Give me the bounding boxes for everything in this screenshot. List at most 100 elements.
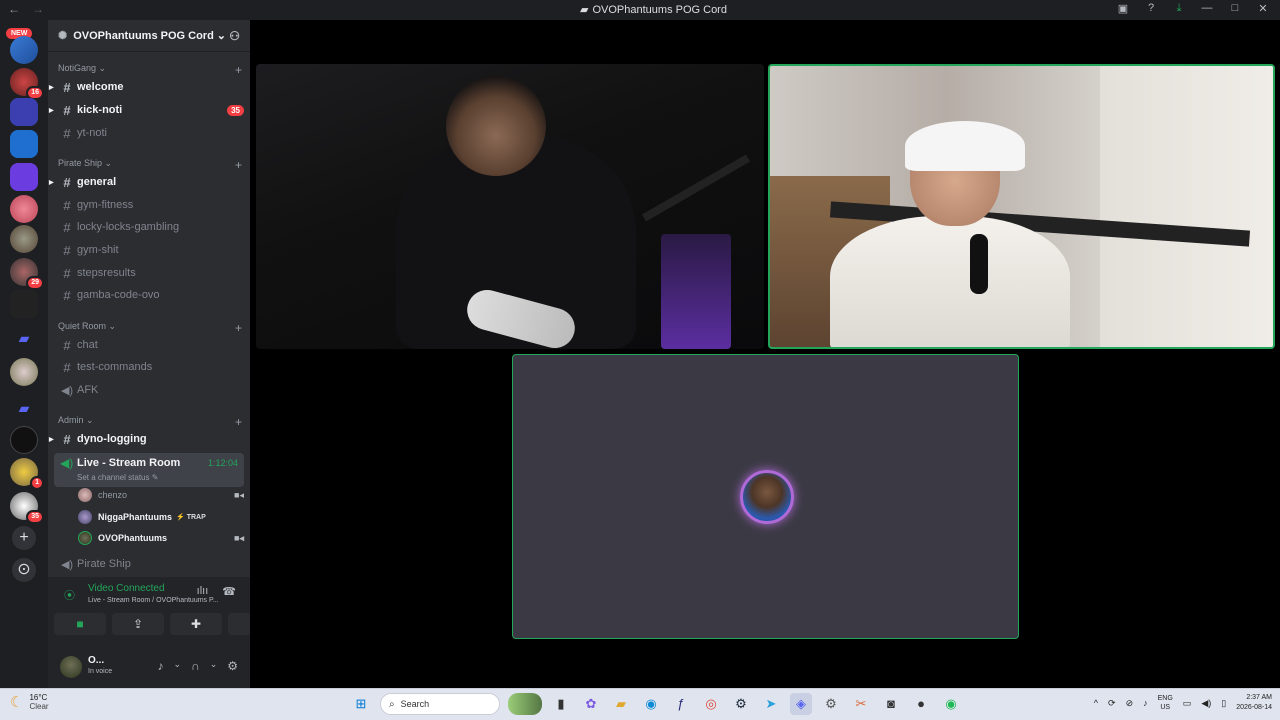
widgets-icon[interactable]	[508, 693, 542, 715]
channel-gamba-code-ovo[interactable]: # gamba-code-ovo	[58, 285, 244, 305]
folder-icon[interactable]: ▰	[14, 330, 34, 346]
app-icon[interactable]: ƒ	[670, 693, 692, 715]
server-header[interactable]: ✺ OVOPhantuums POG Cord ⌄ ⚇	[48, 20, 250, 52]
discover-icon[interactable]: ⊙	[12, 558, 36, 582]
screen-share-button[interactable]: ⇪	[112, 613, 164, 635]
spotify-icon[interactable]: ◉	[940, 693, 962, 715]
server-icon[interactable]: 35	[10, 492, 44, 524]
voice-location[interactable]: Live - Stream Room / OVOPhantuums P...	[88, 597, 219, 604]
channel-gym-fitness[interactable]: # gym-fitness	[58, 195, 244, 215]
channel-yt-noti[interactable]: # yt-noti	[58, 123, 244, 143]
channel-test-commands[interactable]: # test-commands	[58, 357, 244, 377]
windows-start-icon[interactable]: ⊞	[350, 693, 372, 715]
category-notigang[interactable]: NotiGang ⌄ +	[58, 63, 242, 77]
voice-user[interactable]: chenzo ■◂	[78, 485, 244, 505]
add-channel-icon[interactable]: +	[235, 321, 242, 335]
inbox-icon[interactable]: ▣	[1116, 2, 1130, 15]
gear-icon[interactable]: ⚙	[227, 659, 238, 673]
sync-icon[interactable]: ⟳	[1108, 698, 1116, 709]
channel-kick-noti[interactable]: ▶ # kick-noti 35	[49, 100, 244, 120]
telegram-icon[interactable]: ➤	[760, 693, 782, 715]
avatar[interactable]	[60, 656, 82, 678]
minimize-button[interactable]: —	[1200, 2, 1214, 15]
server-icon[interactable]	[10, 225, 38, 253]
channel-status[interactable]: Set a channel status ✎	[77, 473, 158, 482]
server-icon[interactable]	[10, 426, 38, 454]
weather-widget[interactable]: ☾ 16°C Clear	[10, 693, 49, 711]
headphones-icon[interactable]: ∩	[191, 659, 200, 673]
voice-user[interactable]: OVOPhantuums ■◂	[78, 528, 244, 548]
eye-off-icon[interactable]: ⊘	[1126, 698, 1134, 709]
server-icon[interactable]	[10, 163, 38, 191]
channel-stepsresults[interactable]: # stepsresults	[58, 263, 244, 283]
file-explorer-icon[interactable]: ▰	[610, 693, 632, 715]
microphone-icon[interactable]: ♪	[1143, 698, 1148, 708]
server-icon[interactable]	[10, 290, 38, 318]
disconnect-icon[interactable]: ☎	[222, 585, 236, 598]
channel-afk[interactable]: ◀) AFK	[58, 380, 244, 400]
activities-button[interactable]: ✚	[170, 613, 222, 635]
language-indicator[interactable]: ENG US	[1158, 694, 1173, 712]
channel-general[interactable]: ▶ # general	[49, 172, 244, 192]
settings-icon[interactable]: ⚙	[820, 693, 842, 715]
copilot-icon[interactable]: ✿	[580, 693, 602, 715]
discord-icon[interactable]: ◈	[790, 693, 812, 715]
add-channel-icon[interactable]: +	[235, 415, 242, 429]
camera-button[interactable]: ■	[54, 613, 106, 635]
close-button[interactable]: ✕	[1256, 2, 1270, 15]
video-tile-chenzo[interactable]	[256, 64, 764, 349]
channel-chat[interactable]: # chat	[58, 335, 244, 355]
voice-status[interactable]: Video Connected	[88, 583, 165, 594]
server-icon[interactable]: 29	[10, 258, 44, 290]
task-view-icon[interactable]: ▮	[550, 693, 572, 715]
back-button[interactable]: ←	[8, 2, 20, 16]
lang-bottom: US	[1160, 704, 1171, 711]
snipping-tool-icon[interactable]: ✂	[850, 693, 872, 715]
add-server-icon[interactable]: +	[12, 526, 36, 550]
obs-icon[interactable]: ◙	[880, 693, 902, 715]
category-quiet-room[interactable]: Quiet Room ⌄ +	[58, 321, 242, 335]
add-member-icon[interactable]: ⚇	[229, 29, 240, 43]
volume-icon[interactable]: ◀)	[1201, 698, 1211, 709]
server-icon[interactable]: 1	[10, 458, 44, 490]
user-name[interactable]: O...	[88, 655, 104, 666]
app-icon[interactable]: ●	[910, 693, 932, 715]
microphone-icon[interactable]: ♪	[158, 659, 164, 673]
channel-welcome[interactable]: ▶ # welcome	[49, 77, 244, 97]
server-icon[interactable]	[10, 358, 38, 386]
category-pirate-ship[interactable]: Pirate Ship ⌄ +	[58, 158, 242, 172]
help-icon[interactable]: ?	[1144, 2, 1158, 15]
voice-channel-pirate-ship[interactable]: ◀) Pirate Ship	[58, 554, 244, 574]
taskbar-search[interactable]: ⌕ Search	[380, 693, 500, 715]
edge-icon[interactable]: ◉	[640, 693, 662, 715]
server-icon[interactable]	[10, 195, 38, 223]
video-tile-ovophantuums[interactable]	[768, 64, 1275, 349]
folder-icon[interactable]: ▰	[14, 400, 34, 416]
chevron-down-icon[interactable]: ⌄	[210, 659, 218, 673]
hash-icon: #	[63, 287, 71, 303]
channel-gym-shit[interactable]: # gym-shit	[58, 240, 244, 260]
add-channel-icon[interactable]: +	[235, 63, 242, 77]
server-icon[interactable]	[10, 98, 38, 126]
steam-icon[interactable]: ⚙	[730, 693, 752, 715]
channel-dyno-logging[interactable]: ▶ # dyno-logging	[49, 429, 244, 449]
add-channel-icon[interactable]: +	[235, 158, 242, 172]
forward-button[interactable]: →	[32, 2, 44, 16]
channel-locky-locks-gambling[interactable]: # locky-locks-gambling	[58, 217, 244, 237]
clock[interactable]: 2:37 AM 2026-08-14	[1236, 693, 1272, 713]
network-icon[interactable]: ▭	[1183, 698, 1192, 709]
server-icon[interactable]	[10, 36, 38, 64]
voice-user[interactable]: NiggaPhantuums ⚡ TRAP	[78, 507, 244, 527]
server-icon[interactable]: 16	[10, 68, 44, 100]
download-icon[interactable]: ⤓	[1172, 2, 1186, 15]
battery-icon[interactable]: ▯	[1221, 698, 1226, 709]
voice-channel-live-stream-room[interactable]: ◀) Live - Stream Room 1:12:04 Set a chan…	[54, 453, 244, 487]
audio-tile-niggaphantuums[interactable]	[512, 354, 1019, 639]
chevron-down-icon[interactable]: ⌄	[174, 659, 182, 673]
maximize-button[interactable]: □	[1228, 2, 1242, 15]
chevron-up-icon[interactable]: ^	[1094, 698, 1098, 708]
noise-suppression-icon[interactable]: ılıı	[197, 585, 209, 598]
category-admin[interactable]: Admin ⌄ +	[58, 415, 242, 429]
chrome-icon[interactable]: ◎	[700, 693, 722, 715]
server-icon[interactable]	[10, 130, 38, 158]
